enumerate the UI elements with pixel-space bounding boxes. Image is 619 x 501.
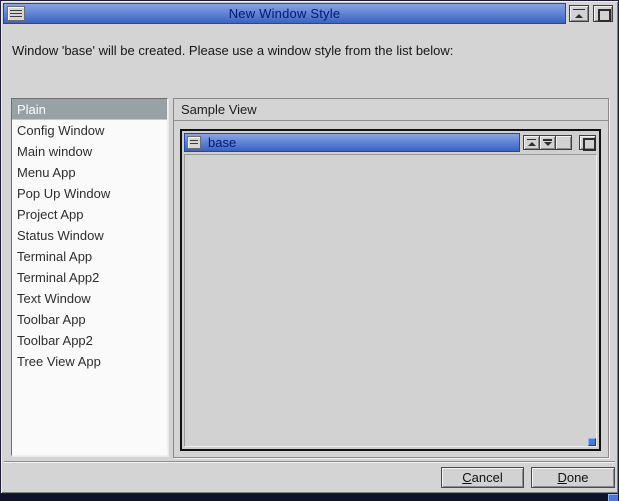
preview-shade-down-icon — [539, 135, 556, 150]
preview-window-title: base — [208, 135, 236, 150]
titlebar-row: New Window Style — [3, 3, 616, 24]
list-item-pop-up-window[interactable]: Pop Up Window — [12, 183, 167, 204]
dialog-window: New Window Style Window 'base' will be c… — [0, 0, 619, 494]
cancel-button-mnemonic: C — [462, 470, 471, 485]
list-item-project-app[interactable]: Project App — [12, 204, 167, 225]
sample-view-caption: Sample View — [174, 99, 608, 121]
preview-shade-up-icon — [523, 135, 540, 150]
list-item-toolbar-app[interactable]: Toolbar App — [12, 309, 167, 330]
window-menu-button[interactable] — [7, 6, 25, 21]
maximize-button[interactable] — [593, 5, 613, 22]
list-item-text-window[interactable]: Text Window — [12, 288, 167, 309]
preview-window: base — [180, 129, 601, 451]
preview-titlebar-row: base — [184, 133, 597, 152]
list-item-status-window[interactable]: Status Window — [12, 225, 167, 246]
preview-resize-grip-icon — [588, 438, 596, 446]
preview-titlebar-buttons — [520, 133, 597, 152]
list-item-main-window[interactable]: Main window — [12, 141, 167, 162]
separator — [4, 461, 615, 463]
bottom-resize-grip[interactable] — [608, 494, 618, 501]
done-button[interactable]: Done — [531, 467, 615, 488]
preview-content-area — [184, 154, 597, 447]
message-text: Window 'base' will be created. Please us… — [12, 43, 453, 58]
preview-titlebar: base — [184, 133, 520, 152]
preview-maximize-icon — [579, 135, 596, 150]
list-item-menu-app[interactable]: Menu App — [12, 162, 167, 183]
titlebar-buttons — [566, 3, 616, 24]
preview-blank-icon — [555, 135, 572, 150]
done-button-label: one — [567, 470, 589, 485]
done-button-mnemonic: D — [557, 470, 566, 485]
list-item-config-window[interactable]: Config Window — [12, 120, 167, 141]
titlebar[interactable]: New Window Style — [3, 3, 566, 24]
list-item-terminal-app[interactable]: Terminal App — [12, 246, 167, 267]
cancel-button[interactable]: Cancel — [441, 467, 524, 488]
list-item-toolbar-app2[interactable]: Toolbar App2 — [12, 330, 167, 351]
cancel-button-label: ancel — [472, 470, 503, 485]
bottom-border — [0, 494, 619, 501]
list-item-terminal-app2[interactable]: Terminal App2 — [12, 267, 167, 288]
preview-window-menu-icon — [187, 136, 201, 149]
list-item-plain[interactable]: Plain — [12, 99, 167, 120]
window-title: New Window Style — [4, 6, 565, 21]
style-list[interactable]: Plain Config Window Main window Menu App… — [11, 98, 168, 456]
list-item-tree-view-app[interactable]: Tree View App — [12, 351, 167, 372]
shade-button[interactable] — [569, 5, 589, 22]
sample-view-panel: Sample View base — [173, 98, 609, 458]
